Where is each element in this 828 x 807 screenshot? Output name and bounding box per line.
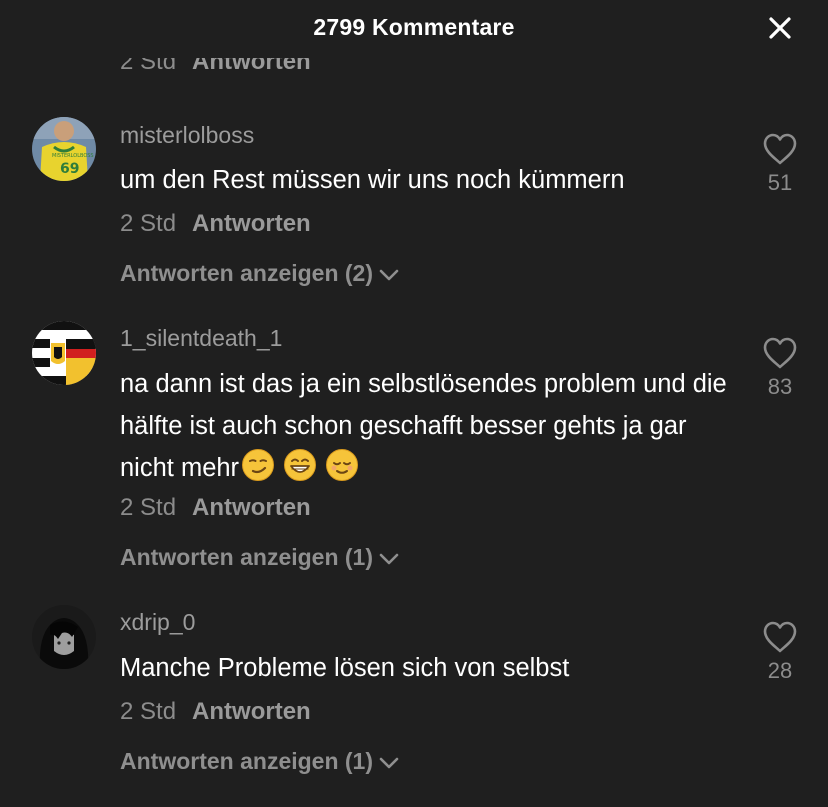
comment-username[interactable]: misterlolboss [120, 122, 254, 149]
previous-comment-meta: 2 Std Antworten [120, 56, 311, 78]
reply-button[interactable]: Antworten [192, 698, 311, 725]
relieved-face-emoji [326, 449, 359, 481]
like-group: 83 [760, 336, 800, 400]
svg-text:MISTERLOLBOSS: MISTERLOLBOSS [52, 153, 94, 159]
comment-count-title: 2799 Kommentare [313, 14, 515, 40]
previous-reply-button[interactable]: Antworten [192, 56, 311, 75]
avatar[interactable] [32, 605, 96, 669]
heart-icon[interactable] [762, 336, 798, 370]
close-icon [769, 17, 791, 39]
comment-text: um den Rest müssen wir uns noch kümmern [120, 166, 625, 194]
comments-header: 2799 Kommentare [0, 0, 828, 58]
svg-text:69: 69 [60, 161, 79, 177]
smirking-face-emoji [242, 449, 275, 481]
avatar[interactable] [32, 321, 96, 385]
chevron-down-icon [379, 757, 399, 769]
show-replies-label: Antworten anzeigen (1) [120, 544, 374, 570]
comment-time: 2 Std [120, 210, 177, 237]
show-replies-label: Antworten anzeigen (1) [120, 748, 374, 774]
comment-username[interactable]: xdrip_0 [120, 609, 195, 636]
like-count: 28 [767, 658, 793, 683]
show-replies-button[interactable]: Antworten anzeigen (2) [120, 260, 399, 287]
comment-meta: 2 Std Antworten [120, 494, 311, 522]
chevron-down-icon [379, 553, 399, 565]
comment-username[interactable]: 1_silentdeath_1 [120, 325, 282, 352]
grinning-face-emoji [284, 449, 317, 481]
like-group: 28 [760, 620, 800, 684]
chevron-down-icon [379, 269, 399, 281]
comment-time: 2 Std [120, 698, 177, 725]
previous-comment-time: 2 Std [120, 56, 177, 75]
reply-button[interactable]: Antworten [192, 210, 311, 237]
comment-meta: 2 Std Antworten [120, 210, 311, 238]
show-replies-button[interactable]: Antworten anzeigen (1) [120, 748, 399, 775]
comment-meta: 2 Std Antworten [120, 698, 311, 726]
reply-button[interactable]: Antworten [192, 494, 311, 521]
avatar[interactable]: 69 MISTERLOLBOSS [32, 117, 96, 181]
like-count: 83 [767, 374, 793, 399]
heart-icon[interactable] [762, 132, 798, 166]
comment-text-body: na dann ist das ja ein selbstlösendes pr… [120, 370, 727, 482]
comment-time: 2 Std [120, 494, 177, 521]
heart-icon[interactable] [762, 620, 798, 654]
close-button[interactable] [766, 14, 794, 42]
show-replies-button[interactable]: Antworten anzeigen (1) [120, 544, 399, 571]
comment-text: na dann ist das ja ein selbstlösendes pr… [120, 363, 740, 489]
show-replies-label: Antworten anzeigen (2) [120, 260, 374, 286]
comment-text: Manche Probleme lösen sich von selbst [120, 654, 570, 682]
like-group: 51 [760, 132, 800, 196]
like-count: 51 [767, 170, 793, 195]
